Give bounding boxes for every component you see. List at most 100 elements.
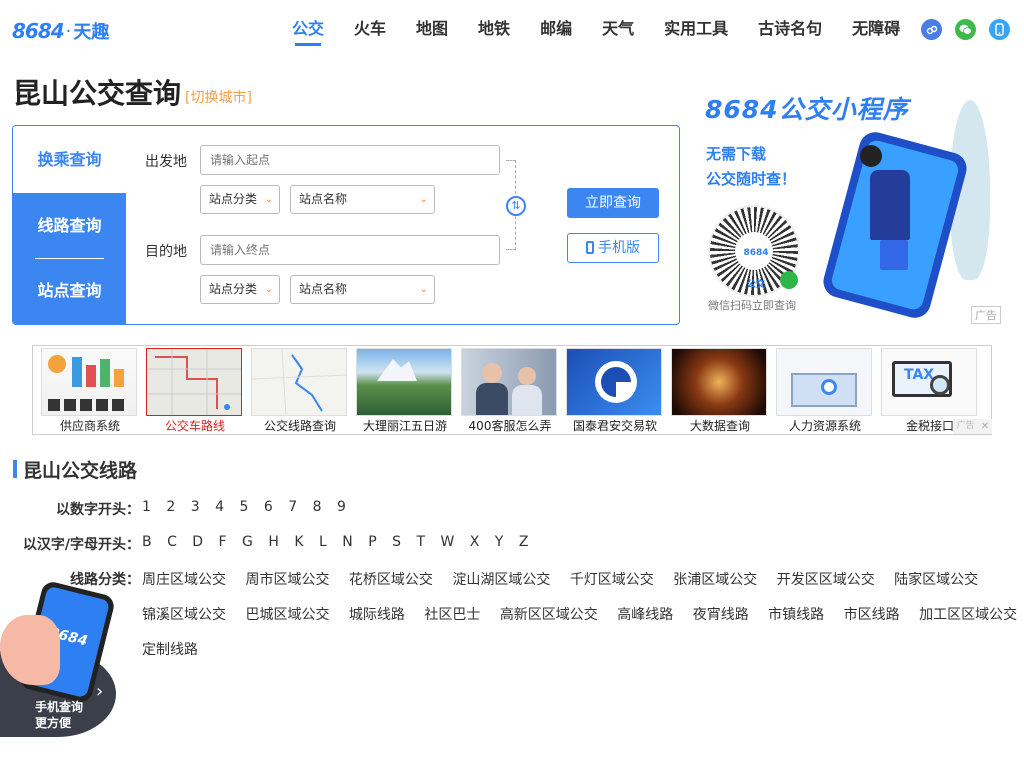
line-index-z[interactable]: Z bbox=[519, 534, 529, 550]
nav-poems[interactable]: 古诗名句 bbox=[758, 18, 822, 46]
line-index-n[interactable]: N bbox=[342, 534, 352, 550]
strip-item-hr-system[interactable]: 人力资源系统 bbox=[776, 348, 874, 434]
line-index-h[interactable]: H bbox=[268, 534, 279, 550]
category-link[interactable]: 市区线路 bbox=[844, 607, 900, 623]
line-index-k[interactable]: K bbox=[294, 534, 303, 550]
wechat-mini-badge-icon bbox=[780, 271, 798, 289]
category-link[interactable]: 高新区区域公交 bbox=[500, 607, 598, 623]
swap-icon[interactable]: ⇅ bbox=[506, 196, 526, 216]
line-index-w[interactable]: W bbox=[440, 534, 454, 550]
line-index-b[interactable]: B bbox=[142, 534, 152, 550]
strip-item-bus-route[interactable]: 公交车路线 bbox=[146, 348, 244, 434]
strip-label: 大理丽江五日游 bbox=[362, 419, 447, 433]
line-index-9[interactable]: 9 bbox=[337, 499, 346, 515]
strip-item-400-service[interactable]: 400客服怎么弄 bbox=[461, 348, 559, 434]
category-link[interactable]: 淀山湖区域公交 bbox=[452, 572, 550, 588]
category-link[interactable]: 市镇线路 bbox=[768, 607, 824, 623]
close-icon[interactable]: ✕ bbox=[978, 419, 992, 434]
line-index-t[interactable]: T bbox=[416, 534, 425, 550]
from-input[interactable] bbox=[200, 145, 500, 175]
tab-transfer[interactable]: 换乘查询 bbox=[13, 126, 126, 193]
category-link[interactable]: 定制线路 bbox=[142, 642, 198, 658]
letter-start-label: 以汉字/字母开头： bbox=[22, 537, 140, 553]
strip-label: 人力资源系统 bbox=[788, 419, 861, 433]
tab-stop-query[interactable]: 站点查询 bbox=[13, 259, 126, 324]
category-link[interactable]: 锦溪区域公交 bbox=[142, 607, 226, 623]
category-link[interactable]: 社区巴士 bbox=[424, 607, 480, 623]
line-index-c[interactable]: C bbox=[167, 534, 177, 550]
from-station-select[interactable]: 站点名称 ⌄ bbox=[290, 185, 435, 214]
mini-program-icon[interactable] bbox=[921, 19, 942, 40]
line-index-g[interactable]: G bbox=[242, 534, 253, 550]
section-title: 昆山公交线路 bbox=[23, 460, 138, 482]
promo-line-2: 更方便 bbox=[35, 716, 72, 730]
strip-label: 公交线路查询 bbox=[263, 419, 336, 433]
nav-bus[interactable]: 公交 bbox=[292, 18, 324, 46]
line-index-6[interactable]: 6 bbox=[264, 499, 273, 515]
numeric-links: 1 2 3 4 5 6 7 8 9 bbox=[142, 499, 357, 515]
category-link[interactable]: 张浦区域公交 bbox=[673, 572, 757, 588]
nav-train[interactable]: 火车 bbox=[354, 18, 386, 46]
nav-weather[interactable]: 天气 bbox=[602, 18, 634, 46]
strip-ad-tag: 广告 bbox=[953, 419, 978, 434]
category-link[interactable]: 开发区区域公交 bbox=[777, 572, 875, 588]
wechat-icon[interactable] bbox=[955, 19, 976, 40]
to-label: 目的地 bbox=[145, 244, 187, 260]
strip-label: 供应商系统 bbox=[59, 419, 120, 433]
mobile-version-button[interactable]: 手机版 bbox=[567, 233, 659, 263]
submit-query-button[interactable]: 立即查询 bbox=[567, 188, 659, 218]
strip-item-guotai-junan[interactable]: 国泰君安交易软 bbox=[566, 348, 664, 434]
ad-subtitle-1: 无需下载 bbox=[706, 145, 767, 163]
from-category-select[interactable]: 站点分类 ⌄ bbox=[200, 185, 280, 214]
strip-item-supplier[interactable]: 供应商系统 bbox=[41, 348, 139, 434]
chevron-right-icon: › bbox=[96, 681, 104, 702]
category-link[interactable]: 巴城区域公交 bbox=[245, 607, 329, 623]
line-index-5[interactable]: 5 bbox=[240, 499, 249, 515]
strip-label: 大数据查询 bbox=[689, 419, 750, 433]
nav-postcode[interactable]: 邮编 bbox=[540, 18, 572, 46]
nav-map[interactable]: 地图 bbox=[416, 18, 448, 46]
line-index-2[interactable]: 2 bbox=[166, 499, 175, 515]
line-index-x[interactable]: X bbox=[470, 534, 480, 550]
strip-item-dali-tour[interactable]: 大理丽江五日游 bbox=[356, 348, 454, 434]
line-index-4[interactable]: 4 bbox=[215, 499, 224, 515]
qr-logo: 8684公交 bbox=[740, 237, 772, 290]
line-index-d[interactable]: D bbox=[192, 534, 203, 550]
to-category-select[interactable]: 站点分类 ⌄ bbox=[200, 275, 280, 304]
tab-line-query[interactable]: 线路查询 bbox=[13, 193, 126, 259]
switch-city-link[interactable]: [切换城市] bbox=[185, 87, 252, 107]
category-link[interactable]: 周市区域公交 bbox=[245, 572, 329, 588]
line-index-s[interactable]: S bbox=[392, 534, 401, 550]
line-index-p[interactable]: P bbox=[368, 534, 376, 550]
line-index-8[interactable]: 8 bbox=[313, 499, 322, 515]
site-logo[interactable]: 8684 · 天趣 bbox=[12, 18, 109, 44]
nav-accessibility[interactable]: 无障碍 bbox=[852, 18, 900, 46]
category-link[interactable]: 高峰线路 bbox=[617, 607, 673, 623]
line-index-7[interactable]: 7 bbox=[288, 499, 297, 515]
category-link[interactable]: 加工区区域公交 bbox=[919, 607, 1017, 623]
line-index-3[interactable]: 3 bbox=[191, 499, 200, 515]
line-index-l[interactable]: L bbox=[319, 534, 327, 550]
to-station-select[interactable]: 站点名称 ⌄ bbox=[290, 275, 435, 304]
to-input[interactable] bbox=[200, 235, 500, 265]
category-link[interactable]: 周庄区域公交 bbox=[142, 572, 226, 588]
category-link[interactable]: 夜宵线路 bbox=[693, 607, 749, 623]
header: 8684 · 天趣 公交 火车 地图 地铁 邮编 天气 实用工具 古诗名句 无障… bbox=[0, 0, 1024, 60]
category-link[interactable]: 陆家区域公交 bbox=[894, 572, 978, 588]
strip-item-big-data[interactable]: 大数据查询 bbox=[671, 348, 769, 434]
strip-item-route-query[interactable]: 公交线路查询 bbox=[251, 348, 349, 434]
line-index-1[interactable]: 1 bbox=[142, 499, 151, 515]
strip-label: 公交车路线 bbox=[164, 419, 225, 433]
line-index-f[interactable]: F bbox=[219, 534, 227, 550]
nav-tools[interactable]: 实用工具 bbox=[664, 18, 728, 46]
nav-subway[interactable]: 地铁 bbox=[478, 18, 510, 46]
category-link[interactable]: 花桥区域公交 bbox=[349, 572, 433, 588]
line-index-y[interactable]: Y bbox=[495, 534, 504, 550]
mobile-icon[interactable] bbox=[989, 19, 1010, 40]
category-link[interactable]: 千灯区域公交 bbox=[570, 572, 654, 588]
logo-number: 8684 bbox=[12, 19, 65, 43]
category-link[interactable]: 城际线路 bbox=[349, 607, 405, 623]
from-station-value: 站点名称 bbox=[299, 192, 348, 206]
mini-program-ad[interactable]: 8684公交小程序 无需下载 公交随时查！ 8684公交 微信扫码立即查询 广告 bbox=[700, 80, 1006, 324]
mobile-promo-float[interactable]: 8684 手机查询 更方便 › bbox=[0, 579, 118, 740]
